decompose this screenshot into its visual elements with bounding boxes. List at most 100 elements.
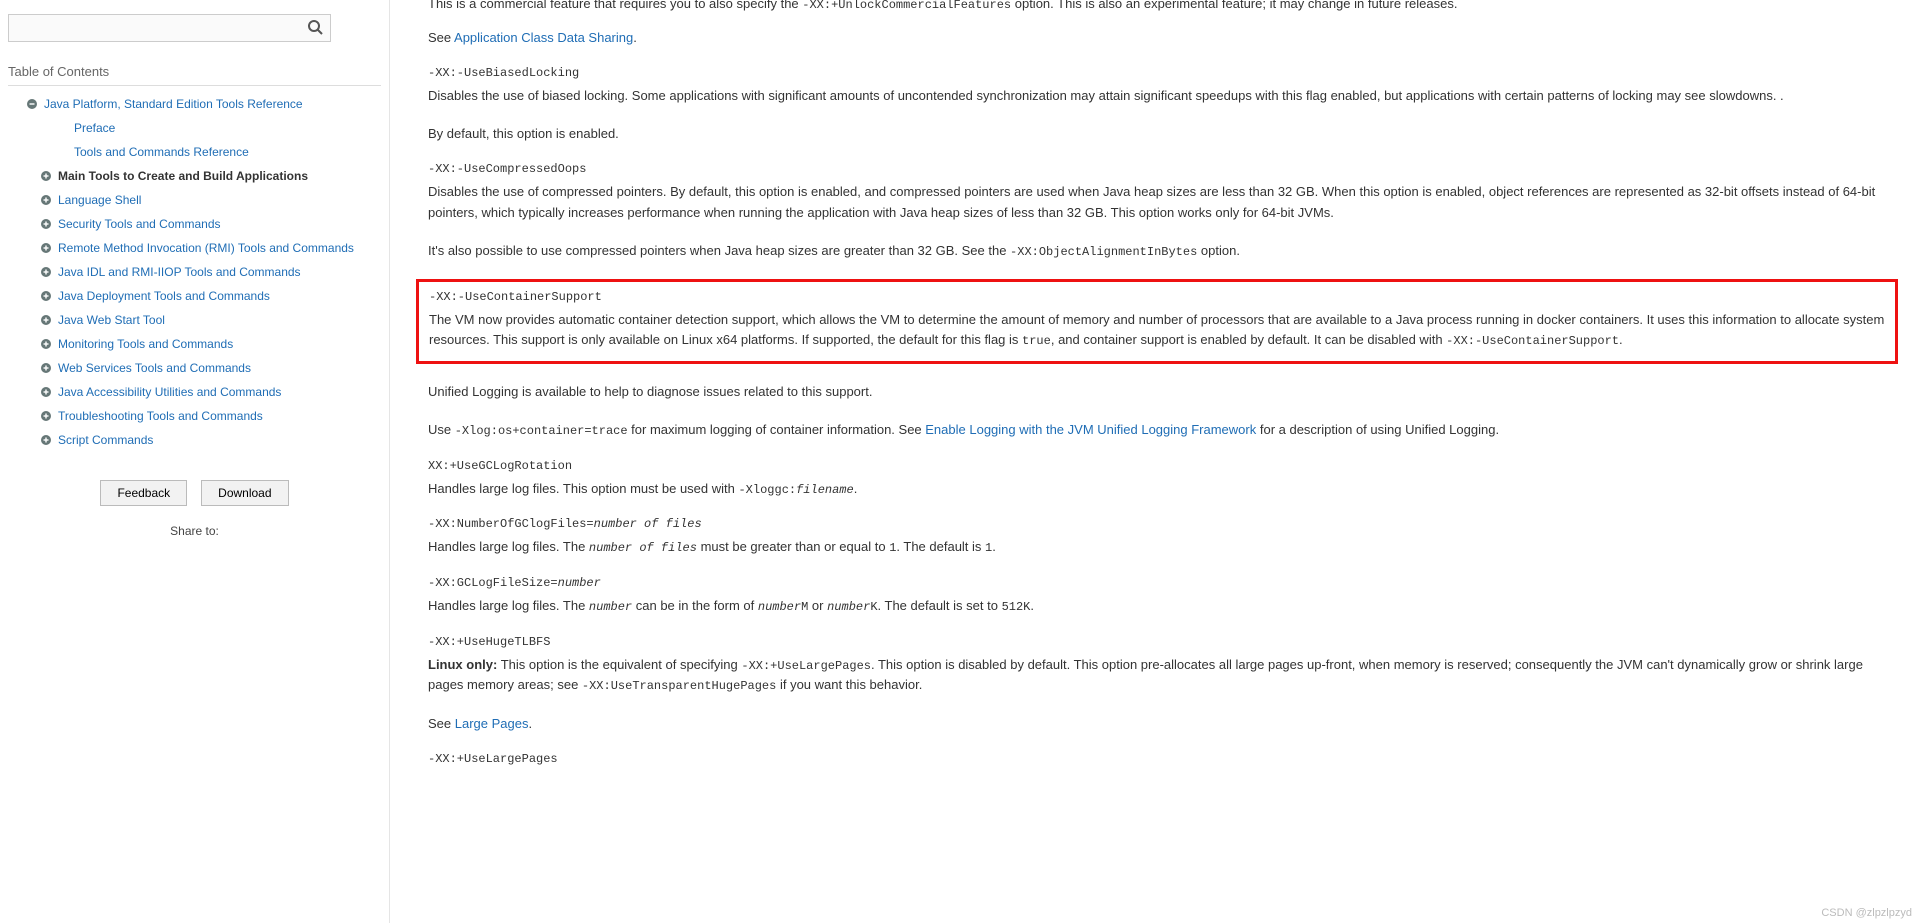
- code-italic: number: [558, 576, 601, 590]
- gclog-filesize-section: -XX:GCLogFileSize=number Handles large l…: [428, 576, 1888, 617]
- toc-link[interactable]: Preface: [74, 119, 115, 137]
- button-row: Feedback Download: [8, 480, 381, 506]
- text: This option is the equivalent of specify…: [497, 657, 741, 672]
- toc-item[interactable]: Java Platform, Standard Edition Tools Re…: [8, 92, 381, 116]
- option-name: -XX:-UseContainerSupport: [429, 290, 1885, 304]
- comp-extra: It's also possible to use compressed poi…: [428, 241, 1888, 262]
- use-xlog: Use -Xlog:os+container=trace for maximum…: [428, 420, 1888, 441]
- expand-icon[interactable]: [40, 410, 52, 422]
- toc-list: Java Platform, Standard Edition Tools Re…: [8, 92, 381, 452]
- option-desc: Disables the use of compressed pointers.…: [428, 182, 1888, 222]
- option-desc: Handles large log files. This option mus…: [428, 479, 1888, 500]
- code: -XX:GCLogFileSize=: [428, 576, 558, 590]
- text: , and container support is enabled by de…: [1051, 332, 1446, 347]
- biased-locking-section: -XX:-UseBiasedLocking Disables the use o…: [428, 66, 1888, 144]
- expand-icon[interactable]: [40, 242, 52, 254]
- toc-link[interactable]: Troubleshooting Tools and Commands: [58, 407, 263, 425]
- code-italic: number: [758, 600, 801, 614]
- text: option.: [1197, 243, 1240, 258]
- text: must be greater than or equal to: [697, 539, 889, 554]
- text: See: [428, 716, 455, 731]
- option-name: -XX:+UseHugeTLBFS: [428, 635, 1888, 649]
- text: for maximum logging of container informa…: [628, 422, 926, 437]
- toc-link[interactable]: Java Platform, Standard Edition Tools Re…: [44, 95, 303, 113]
- application-class-data-sharing-link[interactable]: Application Class Data Sharing: [454, 30, 633, 45]
- option-desc: Handles large log files. The number of f…: [428, 537, 1888, 558]
- text: . The default is set to: [878, 598, 1002, 613]
- enable-logging-link[interactable]: Enable Logging with the JVM Unified Logg…: [925, 422, 1256, 437]
- code: -XX:-UseContainerSupport: [1446, 334, 1619, 348]
- toc-item[interactable]: Monitoring Tools and Commands: [8, 332, 381, 356]
- feedback-button[interactable]: Feedback: [100, 480, 187, 506]
- toc-link[interactable]: Java IDL and RMI-IIOP Tools and Commands: [58, 263, 301, 281]
- search-icon[interactable]: [307, 19, 323, 35]
- download-button[interactable]: Download: [201, 480, 288, 506]
- toc-item[interactable]: Preface: [8, 116, 381, 140]
- toc-item[interactable]: Java Accessibility Utilities and Command…: [8, 380, 381, 404]
- huge-tlbfs-section: -XX:+UseHugeTLBFS Linux only: This optio…: [428, 635, 1888, 734]
- toc-item[interactable]: Script Commands: [8, 428, 381, 452]
- toc-link[interactable]: Tools and Commands Reference: [74, 143, 249, 161]
- toc-item[interactable]: Language Shell: [8, 188, 381, 212]
- toc-item[interactable]: Java Deployment Tools and Commands: [8, 284, 381, 308]
- search-wrap: [8, 14, 381, 42]
- num-gclog-section: -XX:NumberOfGClogFiles=number of files H…: [428, 517, 1888, 558]
- toc-item[interactable]: Web Services Tools and Commands: [8, 356, 381, 380]
- watermark: CSDN @zlpzlpzyd: [1821, 907, 1912, 919]
- toc-item[interactable]: Remote Method Invocation (RMI) Tools and…: [8, 236, 381, 260]
- expand-icon[interactable]: [40, 218, 52, 230]
- option-name: -XX:NumberOfGClogFiles=number of files: [428, 517, 1888, 531]
- toc-link[interactable]: Language Shell: [58, 191, 141, 209]
- content[interactable]: This is a commercial feature that requir…: [390, 0, 1920, 923]
- text: . The default is: [896, 539, 985, 554]
- expand-icon[interactable]: [40, 386, 52, 398]
- text: or: [808, 598, 827, 613]
- toc-item[interactable]: Java Web Start Tool: [8, 308, 381, 332]
- code: 512K: [1002, 600, 1031, 614]
- toc-item[interactable]: Troubleshooting Tools and Commands: [8, 404, 381, 428]
- option-desc: Disables the use of biased locking. Some…: [428, 86, 1888, 106]
- biased-default: By default, this option is enabled.: [428, 124, 1888, 144]
- code: K: [870, 600, 877, 614]
- code-italic: filename: [796, 483, 854, 497]
- text: Use: [428, 422, 455, 437]
- toc-link[interactable]: Remote Method Invocation (RMI) Tools and…: [58, 239, 354, 257]
- unified-logging-note: Unified Logging is available to help to …: [428, 382, 1888, 402]
- spacer-icon: [56, 146, 68, 158]
- expand-icon[interactable]: [40, 170, 52, 182]
- expand-icon[interactable]: [40, 266, 52, 278]
- see-acd: See Application Class Data Sharing.: [428, 28, 1888, 48]
- toc-item[interactable]: Security Tools and Commands: [8, 212, 381, 236]
- toc-link[interactable]: Web Services Tools and Commands: [58, 359, 251, 377]
- toc-link[interactable]: Script Commands: [58, 431, 153, 449]
- expand-icon[interactable]: [40, 290, 52, 302]
- page: Table of Contents Java Platform, Standar…: [0, 0, 1920, 923]
- toc-item[interactable]: Main Tools to Create and Build Applicati…: [8, 164, 381, 188]
- expand-icon[interactable]: [40, 194, 52, 206]
- code: -Xlog:os+container=trace: [455, 424, 628, 438]
- toc-link[interactable]: Monitoring Tools and Commands: [58, 335, 233, 353]
- toc-title: Table of Contents: [8, 58, 381, 86]
- search-input[interactable]: [8, 14, 331, 42]
- code: -XX:UseTransparentHugePages: [582, 679, 776, 693]
- code-italic: number of files: [594, 517, 702, 531]
- toc-item[interactable]: Java IDL and RMI-IIOP Tools and Commands: [8, 260, 381, 284]
- collapse-icon[interactable]: [26, 98, 38, 110]
- toc-link[interactable]: Java Web Start Tool: [58, 311, 165, 329]
- expand-icon[interactable]: [40, 362, 52, 374]
- toc-item[interactable]: Tools and Commands Reference: [8, 140, 381, 164]
- partial-top-line: This is a commercial feature that requir…: [428, 0, 1888, 12]
- toc-link[interactable]: Security Tools and Commands: [58, 215, 221, 233]
- toc-link[interactable]: Java Accessibility Utilities and Command…: [58, 383, 281, 401]
- text: This is a commercial feature that requir…: [428, 0, 802, 11]
- option-name: -XX:GCLogFileSize=number: [428, 576, 1888, 590]
- text: can be in the form of: [632, 598, 758, 613]
- expand-icon[interactable]: [40, 434, 52, 446]
- large-pages-link[interactable]: Large Pages: [455, 716, 529, 731]
- gclog-rotation-section: XX:+UseGCLogRotation Handles large log f…: [428, 459, 1888, 500]
- expand-icon[interactable]: [40, 314, 52, 326]
- toc-link[interactable]: Main Tools to Create and Build Applicati…: [58, 167, 308, 185]
- toc-link[interactable]: Java Deployment Tools and Commands: [58, 287, 270, 305]
- text: See: [428, 30, 454, 45]
- expand-icon[interactable]: [40, 338, 52, 350]
